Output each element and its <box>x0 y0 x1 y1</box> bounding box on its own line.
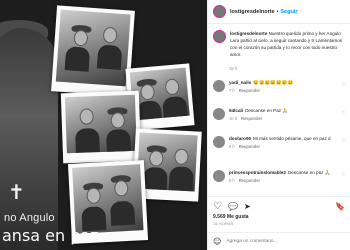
comment-like-heart-icon[interactable]: ♡ <box>342 110 346 116</box>
comment-item: 94lcali Descanse en Paz 🙏 10 h Responder ♡ <box>213 108 349 121</box>
author-avatar[interactable] <box>213 5 226 18</box>
post-date: 15 HORAS <box>213 222 234 226</box>
photo-image <box>72 164 144 234</box>
save-bookmark-icon[interactable]: 🔖 <box>335 202 345 211</box>
comment-username[interactable]: 94lcali <box>229 108 243 113</box>
comment-text: Descanse en paz 🙏 <box>287 170 331 175</box>
comment-item: princesspotrainslomable2 Descanse en paz … <box>213 170 349 183</box>
reply-button[interactable]: Responder <box>239 178 260 183</box>
comment-username[interactable]: yadi_nails <box>229 80 251 85</box>
author-username[interactable]: lostigresdelnorte <box>230 9 275 15</box>
reply-button[interactable]: Responder <box>239 88 260 93</box>
memorial-phrase-text: ansa en paz <box>2 226 99 245</box>
comment-avatar[interactable] <box>213 108 225 120</box>
like-heart-icon[interactable]: ♡ <box>213 201 222 212</box>
comment-like-heart-icon[interactable]: ♡ <box>342 82 346 88</box>
emoji-picker-icon[interactable]: ☺ <box>213 237 221 246</box>
caption-timestamp: 15 h <box>229 66 238 71</box>
post-photo[interactable]: ✝ no Angulo ansa en paz <box>0 0 207 250</box>
like-count[interactable]: 9.569 Me gusta <box>213 214 249 220</box>
comment-item: yadi_nails 😢😢😢😢😢😢😢 7 h Responder ♡ <box>213 80 349 93</box>
caption-avatar[interactable] <box>213 30 226 43</box>
comment-like-heart-icon[interactable]: ♡ <box>342 138 346 144</box>
comment-time: 8 h <box>229 178 235 183</box>
separator-dot: • <box>276 8 279 15</box>
add-comment-input[interactable] <box>226 239 332 244</box>
memorial-name-text: no Angulo <box>4 212 55 224</box>
caption-text-block: lostigresdelnorte Nuestro querido primo … <box>230 30 349 58</box>
comment-username[interactable]: princesspotrainslomable2 <box>229 170 286 175</box>
reply-button[interactable]: Responder <box>241 116 262 121</box>
post-action-bar: ♡ 💬 ➤ 🔖 <box>208 196 350 216</box>
polaroid-photo-1 <box>51 5 135 97</box>
polaroid-photo-3 <box>60 90 142 164</box>
comment-text: 😢😢😢😢😢😢😢 <box>253 80 294 85</box>
memorial-cross-icon: ✝ <box>8 180 25 204</box>
reply-button[interactable]: Responder <box>239 144 260 149</box>
caption-username[interactable]: lostigresdelnorte <box>230 31 267 36</box>
photo-image <box>55 9 131 87</box>
comment-avatar[interactable] <box>213 170 225 182</box>
photo-image <box>136 132 198 192</box>
photo-image <box>64 94 137 154</box>
comment-avatar[interactable] <box>213 136 225 148</box>
follow-button[interactable]: Seguir <box>280 9 297 15</box>
post-sidebar: lostigresdelnorte • Seguir lostigresdeln… <box>207 0 350 250</box>
comment-item: doolaro06 Mi más sentido pésame, que en p… <box>213 136 349 149</box>
comment-username[interactable]: doolaro06 <box>229 136 251 141</box>
post-header: lostigresdelnorte • Seguir <box>208 0 350 24</box>
comment-time: 9 h <box>229 144 235 149</box>
add-comment-bar: ☺ <box>208 232 350 250</box>
comment-avatar[interactable] <box>213 80 225 92</box>
comment-bubble-icon[interactable]: 💬 <box>228 202 238 211</box>
comment-time: 10 h <box>229 116 237 121</box>
comment-like-heart-icon[interactable]: ♡ <box>342 172 346 178</box>
comment-text: Descanse en Paz 🙏 <box>245 108 289 113</box>
comment-time: 7 h <box>229 88 235 93</box>
post-caption: lostigresdelnorte Nuestro querido primo … <box>213 30 349 58</box>
share-send-icon[interactable]: ➤ <box>244 202 251 211</box>
comment-text: Mi más sentido pésame, que en paz d <box>252 136 331 141</box>
